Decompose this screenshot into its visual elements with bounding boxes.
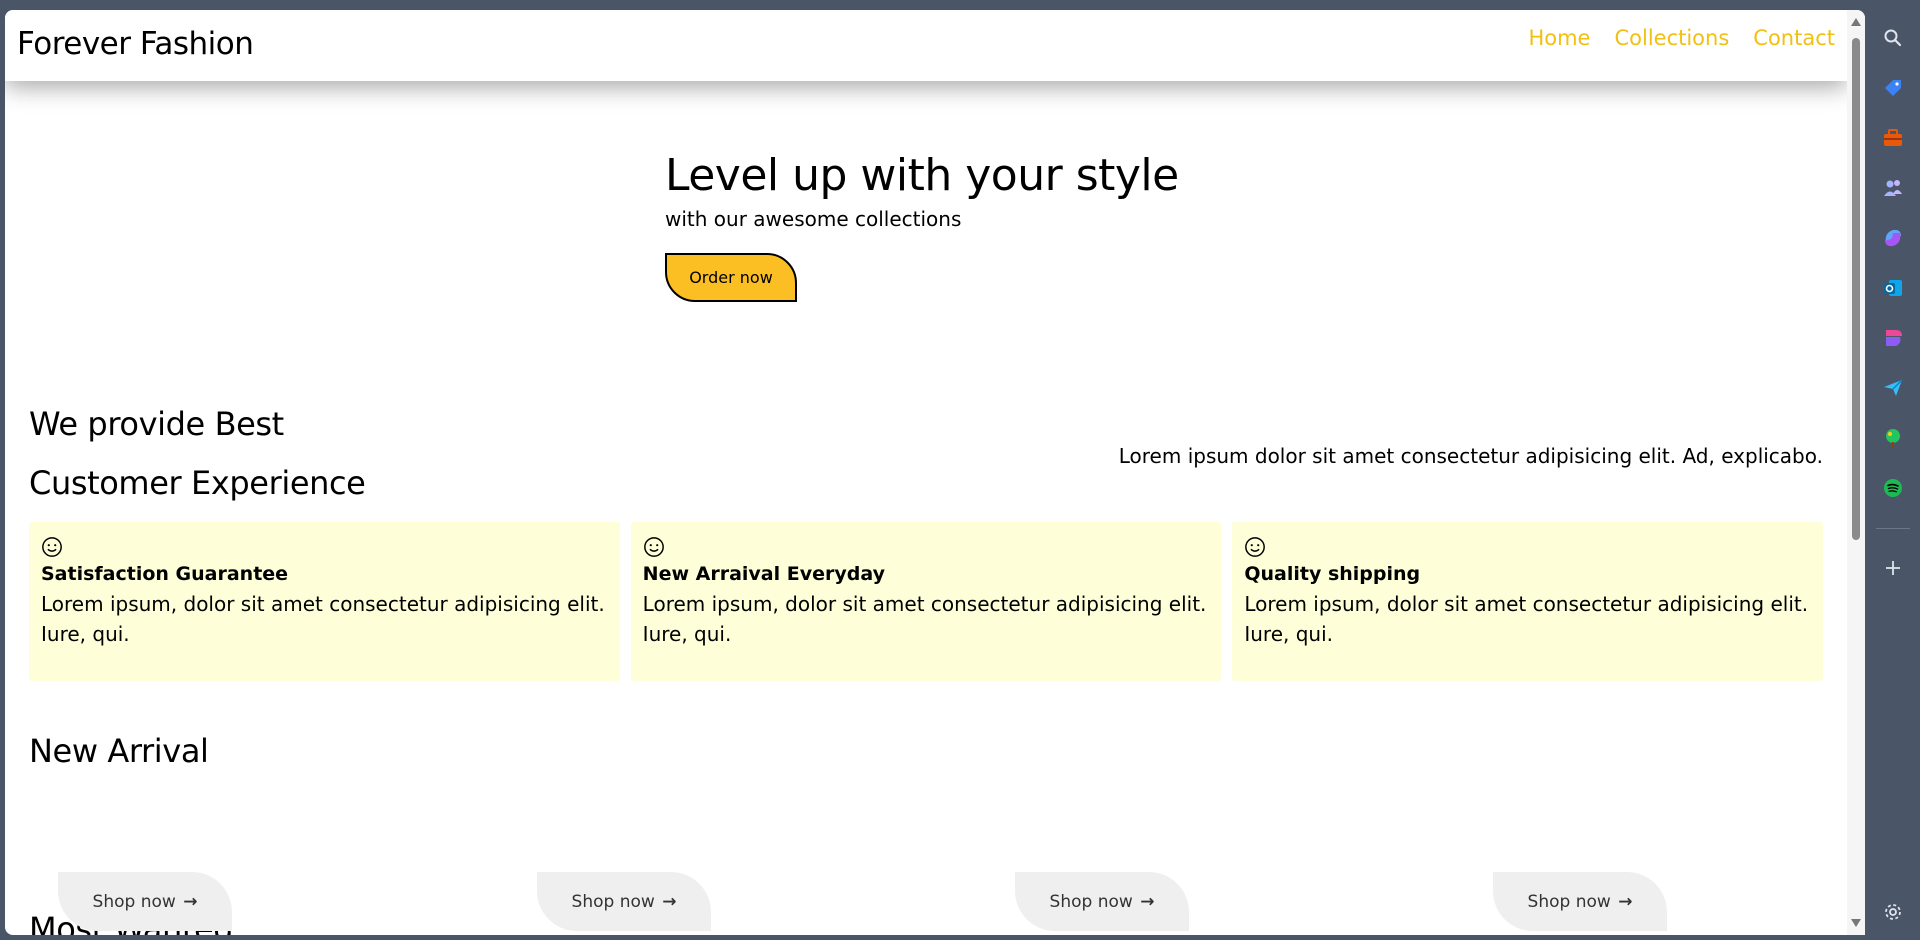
shop-now-button[interactable]: Shop now → bbox=[58, 872, 232, 931]
order-now-button[interactable]: Order now bbox=[665, 253, 797, 302]
hero-subtitle: with our awesome collections bbox=[665, 207, 962, 231]
navbar: Forever Fashion Home Collections Contact bbox=[5, 10, 1847, 81]
add-icon[interactable] bbox=[1881, 556, 1905, 580]
shop-now-button[interactable]: Shop now → bbox=[537, 872, 711, 931]
scroll-up-arrow-icon[interactable] bbox=[1851, 18, 1861, 26]
shop-now-label: Shop now bbox=[1527, 891, 1611, 912]
nav-link-contact[interactable]: Contact bbox=[1753, 26, 1835, 50]
web-page: Forever Fashion Home Collections Contact… bbox=[5, 10, 1847, 935]
feature-card: Quality shipping Lorem ipsum, dolor sit … bbox=[1232, 522, 1824, 681]
feature-title: New Arraival Everyday bbox=[642, 563, 885, 585]
shop-now-label: Shop now bbox=[571, 891, 655, 912]
best-title-line2: Customer Experience bbox=[29, 464, 366, 502]
arrow-right-icon: → bbox=[662, 891, 677, 912]
feature-text: Lorem ipsum, dolor sit amet consectetur … bbox=[642, 592, 1207, 646]
sidebar-divider bbox=[1876, 528, 1910, 529]
outlook-icon[interactable] bbox=[1881, 276, 1905, 300]
arrow-right-icon: → bbox=[1618, 891, 1633, 912]
feature-text: Lorem ipsum, dolor sit amet consectetur … bbox=[1244, 592, 1809, 646]
best-description: Lorem ipsum dolor sit amet consectetur a… bbox=[1118, 444, 1823, 468]
copilot-icon[interactable] bbox=[1881, 226, 1905, 250]
nav-link-collections[interactable]: Collections bbox=[1614, 26, 1729, 50]
nav-links: Home Collections Contact bbox=[1528, 26, 1835, 50]
vertical-scrollbar[interactable] bbox=[1847, 10, 1865, 935]
smile-icon bbox=[42, 537, 62, 557]
shop-now-button[interactable]: Shop now → bbox=[1493, 872, 1667, 931]
feature-title: Quality shipping bbox=[1244, 563, 1421, 585]
features-row: Satisfaction Guarantee Lorem ipsum, dolo… bbox=[29, 522, 1824, 681]
shop-now-label: Shop now bbox=[1049, 891, 1133, 912]
arrow-right-icon: → bbox=[183, 891, 198, 912]
feature-title: Satisfaction Guarantee bbox=[41, 563, 289, 585]
scroll-down-arrow-icon[interactable] bbox=[1851, 919, 1861, 927]
scroll-thumb[interactable] bbox=[1852, 38, 1860, 540]
best-title-line1: We provide Best bbox=[29, 405, 284, 443]
designer-icon[interactable] bbox=[1881, 326, 1905, 350]
search-icon[interactable] bbox=[1881, 26, 1905, 50]
spotify-icon[interactable] bbox=[1881, 476, 1905, 500]
smile-icon bbox=[643, 537, 664, 557]
shop-now-button[interactable]: Shop now → bbox=[1015, 872, 1189, 931]
settings-icon[interactable] bbox=[1881, 900, 1905, 924]
browser-sidebar bbox=[1866, 0, 1920, 940]
send-icon[interactable] bbox=[1881, 376, 1905, 400]
shop-now-label: Shop now bbox=[92, 891, 176, 912]
people-icon[interactable] bbox=[1881, 176, 1905, 200]
toolbox-icon[interactable] bbox=[1881, 126, 1905, 150]
brand-logo[interactable]: Forever Fashion bbox=[17, 26, 254, 62]
new-arrival-title: New Arrival bbox=[29, 732, 209, 770]
feature-card: Satisfaction Guarantee Lorem ipsum, dolo… bbox=[29, 522, 620, 681]
tree-icon[interactable] bbox=[1881, 426, 1905, 450]
arrow-right-icon: → bbox=[1140, 891, 1155, 912]
hero-section: Level up with your style with our awesom… bbox=[665, 150, 1179, 302]
smile-icon bbox=[1245, 537, 1266, 557]
tag-icon[interactable] bbox=[1881, 76, 1905, 100]
feature-card: New Arraival Everyday Lorem ipsum, dolor… bbox=[630, 522, 1222, 681]
feature-text: Lorem ipsum, dolor sit amet consectetur … bbox=[41, 592, 605, 646]
hero-title: Level up with your style bbox=[665, 150, 1179, 201]
nav-link-home[interactable]: Home bbox=[1528, 26, 1590, 50]
browser-window: Forever Fashion Home Collections Contact… bbox=[5, 10, 1865, 935]
